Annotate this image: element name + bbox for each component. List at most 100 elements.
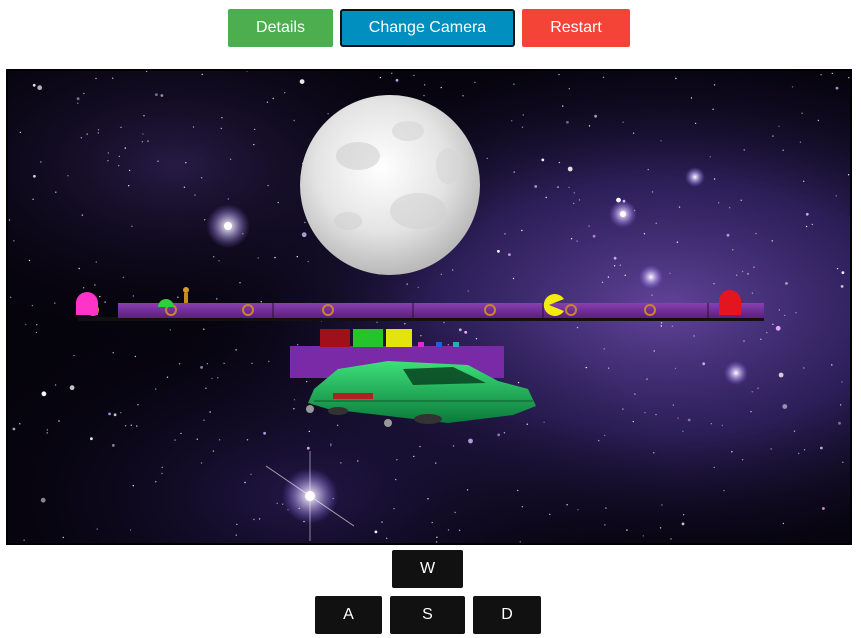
star [513, 83, 515, 85]
star [793, 430, 796, 432]
star [263, 431, 266, 435]
key-w-button[interactable]: W [392, 550, 463, 588]
star [822, 507, 825, 510]
star [757, 387, 759, 389]
star [741, 459, 744, 461]
star [196, 438, 198, 440]
star [417, 286, 419, 289]
star [588, 225, 590, 227]
star [161, 466, 163, 468]
star [258, 518, 261, 520]
star [177, 296, 179, 298]
star [803, 449, 806, 451]
star [751, 292, 754, 294]
star [443, 321, 445, 324]
key-d-button[interactable]: D [473, 596, 541, 634]
star [513, 171, 515, 173]
star [713, 466, 715, 469]
star [120, 126, 122, 129]
star [330, 443, 332, 445]
star [723, 489, 725, 492]
star [570, 238, 573, 240]
star [23, 539, 25, 541]
star [8, 219, 11, 221]
star [33, 174, 36, 178]
star [381, 521, 383, 523]
star [726, 233, 730, 237]
star [778, 125, 780, 127]
star [778, 372, 784, 378]
star [772, 135, 774, 137]
star [40, 497, 46, 503]
star [454, 511, 456, 514]
star [31, 304, 34, 307]
star [374, 530, 378, 534]
star [35, 331, 38, 334]
red-ghost [719, 290, 741, 315]
star [743, 149, 745, 151]
star [782, 149, 784, 151]
star [462, 95, 464, 97]
key-s-button[interactable]: S [390, 596, 465, 634]
star [831, 72, 833, 75]
star [643, 233, 646, 235]
star [736, 274, 738, 276]
star [468, 438, 473, 444]
star [601, 281, 604, 283]
star [223, 362, 225, 365]
star [522, 114, 524, 116]
restart-button[interactable]: Restart [522, 9, 630, 47]
star [77, 102, 79, 104]
star [647, 168, 649, 171]
star [721, 424, 723, 427]
star [212, 450, 215, 452]
star [508, 253, 511, 256]
star [306, 380, 308, 383]
star [293, 119, 295, 122]
star [682, 430, 684, 432]
star [218, 260, 220, 262]
star [549, 513, 551, 515]
game-canvas[interactable] [6, 69, 852, 545]
star [104, 301, 106, 303]
star [713, 84, 716, 86]
star [677, 417, 679, 419]
star [766, 331, 768, 334]
star [681, 522, 685, 526]
star [466, 489, 469, 491]
star [155, 93, 158, 96]
star [220, 127, 222, 130]
star [58, 420, 60, 422]
star [782, 404, 788, 409]
star [137, 404, 139, 406]
star [694, 122, 697, 125]
star [526, 423, 528, 425]
star [653, 350, 655, 352]
star [436, 536, 438, 538]
star [235, 349, 237, 351]
star [423, 84, 426, 86]
star [521, 126, 524, 128]
star [218, 439, 221, 441]
star [124, 147, 127, 149]
star [107, 160, 109, 162]
star [80, 137, 83, 139]
star [512, 277, 515, 280]
star [603, 434, 606, 437]
star [81, 214, 84, 216]
star [161, 472, 163, 475]
details-button[interactable]: Details [228, 9, 333, 47]
star [660, 325, 662, 327]
star [111, 444, 115, 447]
change-camera-button[interactable]: Change Camera [340, 9, 515, 47]
star [712, 108, 714, 110]
star [820, 74, 822, 76]
star [200, 177, 203, 179]
star [293, 399, 296, 401]
star [96, 528, 98, 530]
star [12, 427, 16, 431]
key-a-button[interactable]: A [315, 596, 382, 634]
star [743, 340, 745, 342]
star [675, 77, 677, 80]
star [626, 529, 628, 531]
